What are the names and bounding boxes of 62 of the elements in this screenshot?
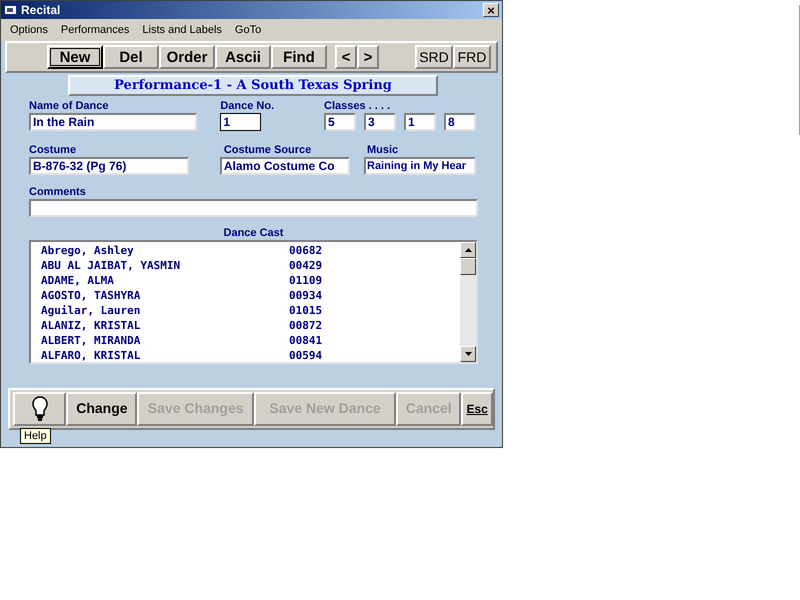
input-field[interactable]: 8 — [444, 113, 476, 131]
input-field[interactable]: Alamo Costume Co — [220, 156, 350, 174]
scroll-down-button[interactable] — [460, 346, 476, 362]
field-label: Costume — [29, 144, 78, 156]
toolbar-button[interactable]: Del — [103, 45, 159, 69]
field-label: Costume Source — [222, 144, 312, 156]
toolbar-button[interactable]: FRD — [453, 45, 491, 69]
field-label: Comments — [29, 186, 87, 199]
cast-id: 00872 — [289, 318, 322, 332]
cast-name: ALANIZ, KRISTAL — [41, 318, 142, 332]
scrollbar[interactable] — [460, 242, 476, 362]
toolbar-button[interactable]: New — [47, 45, 103, 69]
input-field[interactable]: 3 — [364, 113, 396, 131]
performance-title: Performance-1 - A South Texas Spring — [68, 75, 438, 96]
cast-id: 00682 — [289, 242, 322, 258]
cast-name: Abrego, Ashley — [41, 242, 135, 258]
window-title: Recital — [21, 2, 62, 19]
cast-id: 00934 — [289, 288, 322, 302]
input-field[interactable]: Raining in My Hear — [364, 156, 476, 174]
input-field[interactable]: B-876-32 (Pg 76) — [29, 156, 189, 174]
cast-id: 00429 — [289, 258, 322, 272]
lightbulb-icon — [32, 396, 48, 422]
down-arrow-icon — [464, 352, 472, 356]
field-label: Music — [366, 144, 400, 156]
help-button[interactable] — [13, 392, 66, 426]
field-label: Name of Dance — [29, 100, 110, 113]
cast-id: 01109 — [289, 272, 322, 288]
input-field[interactable]: 1 — [220, 113, 262, 131]
list-label: Dance Cast — [222, 226, 284, 240]
input-field[interactable]: In the Rain — [29, 113, 197, 131]
input-field[interactable]: 5 — [324, 113, 356, 131]
esc-button[interactable]: Esc — [461, 392, 493, 426]
input-field[interactable]: 1 — [404, 113, 436, 131]
toolbar-button[interactable]: Ascii — [215, 45, 271, 69]
close-button[interactable]: × — [483, 3, 499, 17]
field-label: Classes . . . . — [324, 100, 392, 113]
menu-item[interactable]: Options — [10, 22, 48, 38]
toolbar-button[interactable]: SRD — [415, 45, 453, 69]
toolbar-button[interactable]: Order — [159, 45, 215, 69]
cast-name: Aguilar, Lauren — [41, 302, 142, 318]
menu-item[interactable]: Performances — [60, 22, 130, 38]
app-icon — [4, 4, 18, 16]
toolbar-button[interactable]: > — [357, 45, 379, 69]
cast-id: 00841 — [289, 332, 322, 348]
menu-item[interactable]: GoTo — [234, 22, 262, 38]
toolbar-button[interactable]: < — [335, 45, 357, 69]
cast-name: ADAME, ALMA — [41, 272, 115, 288]
cast-id: 01015 — [289, 302, 322, 318]
tooltip: Help — [20, 428, 51, 444]
cast-name: AGOSTO, TASHYRA — [41, 288, 142, 302]
scroll-up-button[interactable] — [460, 242, 476, 258]
comments-field[interactable] — [29, 199, 478, 217]
up-arrow-icon — [464, 248, 472, 252]
cast-name: ALFARO, KRISTAL — [41, 348, 142, 362]
action-button[interactable]: Change — [66, 392, 138, 426]
cast-name: ALBERT, MIRANDA — [41, 332, 142, 348]
toolbar-button[interactable]: Find — [271, 45, 327, 69]
menu-item[interactable]: Lists and Labels — [142, 22, 222, 38]
scroll-thumb[interactable] — [460, 258, 476, 274]
cast-name: ABU AL JAIBAT, YASMIN — [41, 258, 182, 272]
field-label: Dance No. — [220, 100, 276, 113]
cast-id: 00594 — [289, 348, 322, 362]
